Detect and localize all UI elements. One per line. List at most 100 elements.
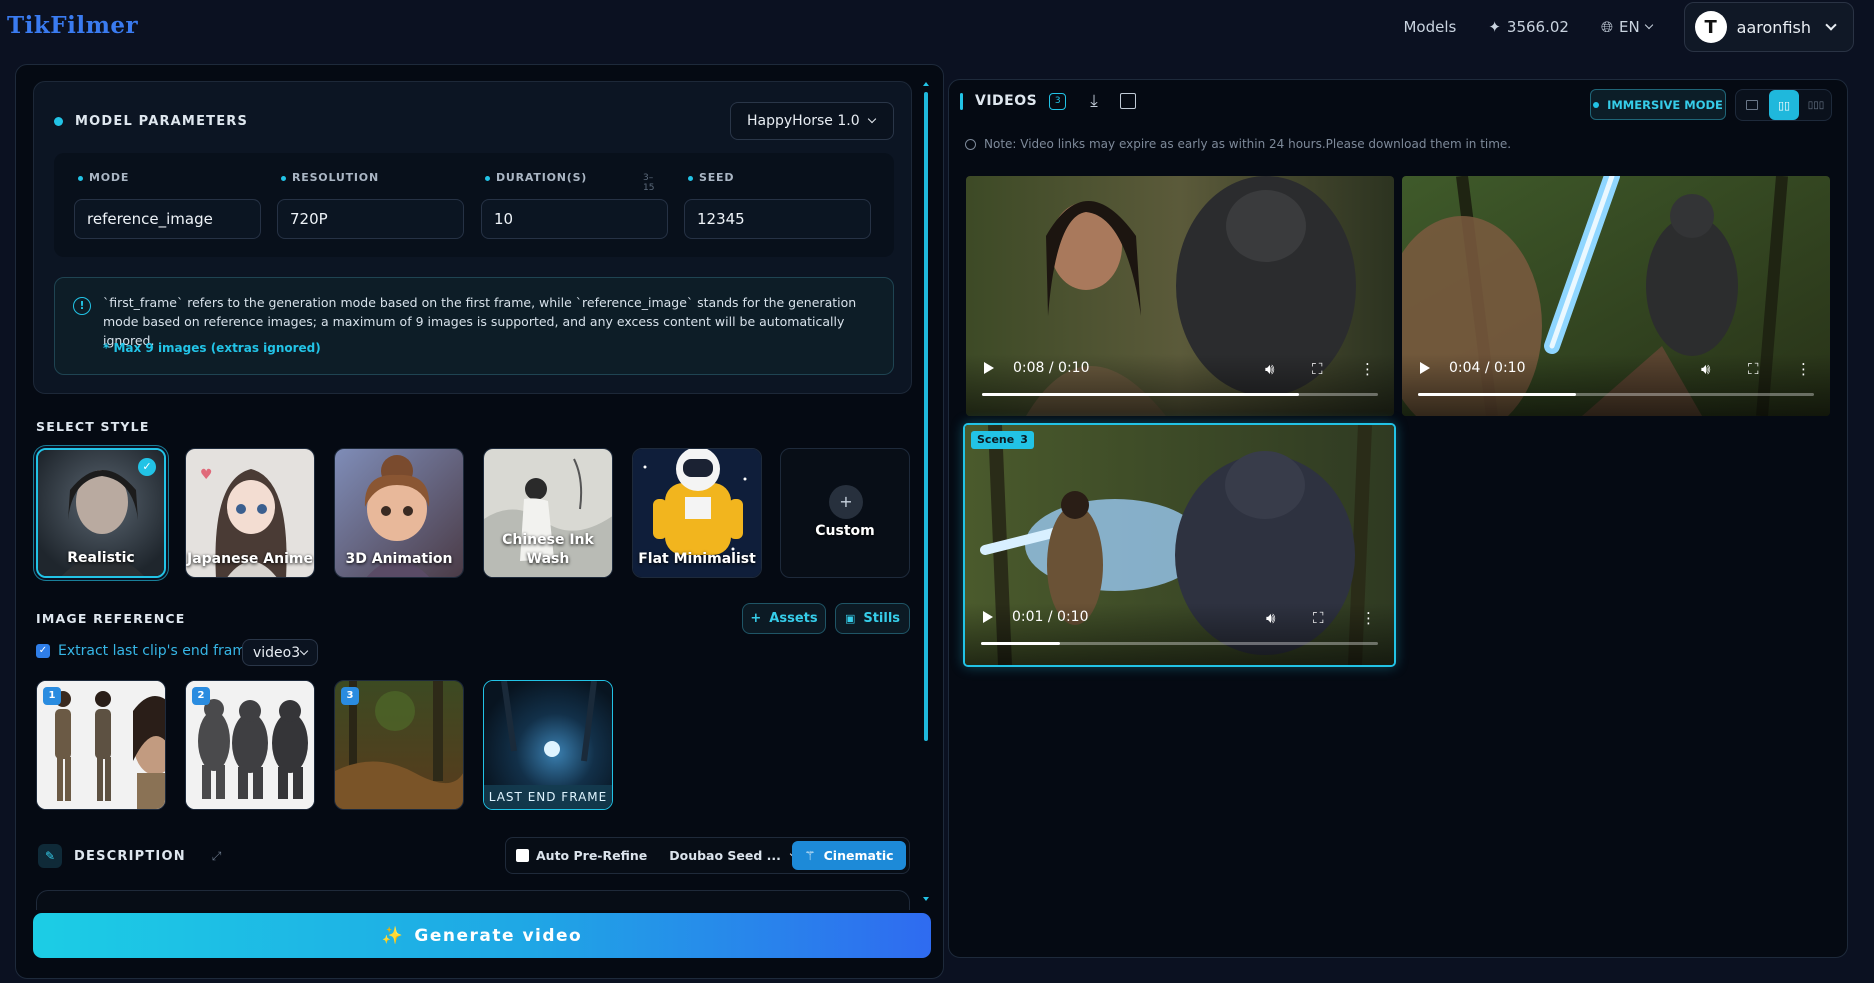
language-switcher[interactable]: 🌐︎ EN	[1600, 18, 1653, 36]
credits-display[interactable]: ✦ 3566.02	[1488, 18, 1569, 36]
three-column-view-button[interactable]: ▯▯▯	[1801, 90, 1831, 120]
description-title: DESCRIPTION	[74, 848, 186, 864]
volume-icon[interactable]: 🔊︎	[1265, 360, 1274, 378]
cinematic-label: Cinematic	[823, 848, 894, 863]
volume-icon[interactable]: 🔊︎	[1701, 360, 1710, 378]
parameter-fields: MODE reference_image RESOLUTION 720P DUR…	[54, 153, 894, 257]
style-card-realistic[interactable]: ✓ Realistic	[36, 448, 166, 578]
stills-label: Stills	[863, 611, 901, 626]
video-time: 0:04 / 0:10	[1449, 360, 1526, 376]
clip-select[interactable]: video3	[242, 639, 318, 666]
nav-models-label: Models	[1403, 18, 1457, 36]
left-scrollbar[interactable]	[924, 92, 928, 741]
reference-badge: 2	[192, 687, 210, 705]
video-expiry-note: Note: Video links may expire as early as…	[965, 137, 1511, 151]
top-nav: Models ✦ 3566.02 🌐︎ EN T aaronfish	[1403, 2, 1854, 52]
duration-input[interactable]: 10	[481, 199, 668, 239]
language-label: EN	[1618, 18, 1640, 36]
max-images-note: * Max 9 images (extras ignored)	[103, 341, 321, 355]
refine-model-select[interactable]: Doubao Seed ...	[669, 848, 799, 863]
model-select-value: HappyHorse 1.0	[747, 113, 860, 129]
scene-label: Scene	[977, 433, 1015, 446]
globe-icon: 🌐︎	[1600, 18, 1613, 36]
extract-checkbox[interactable]: ✓	[36, 644, 50, 658]
reference-image-1[interactable]: 1	[36, 680, 166, 810]
volume-icon[interactable]: 🔊︎	[1266, 609, 1275, 627]
videos-header: VIDEOS 3 ⤓	[960, 91, 1136, 111]
selected-check-icon: ✓	[138, 458, 156, 476]
chevron-down-icon	[1825, 18, 1837, 31]
auto-refine-checkbox[interactable]	[516, 849, 529, 862]
resolution-label: RESOLUTION	[281, 171, 379, 184]
video-progress-fill	[981, 642, 1061, 645]
svg-text:♥: ♥	[200, 467, 213, 483]
model-params-title: MODEL PARAMETERS	[75, 114, 249, 129]
last-end-frame-card[interactable]: LAST END FRAME	[483, 680, 613, 810]
more-options-icon[interactable]: ⋮	[1360, 360, 1375, 378]
generate-video-button[interactable]: ✨ Generate video	[33, 913, 931, 958]
expand-icon[interactable]: ⤢	[212, 849, 222, 864]
scroll-down-arrow[interactable]	[923, 897, 929, 901]
play-icon[interactable]	[983, 611, 993, 623]
resolution-input[interactable]: 720P	[277, 199, 464, 239]
nav-models[interactable]: Models	[1403, 18, 1456, 36]
more-options-icon[interactable]: ⋮	[1796, 360, 1811, 378]
extract-label: Extract last clip's end frame	[58, 643, 255, 659]
section-dot	[54, 117, 63, 126]
fullscreen-icon[interactable]: ⛶	[1748, 360, 1759, 378]
video-controls: 0:04 / 0:10 🔊︎ ⛶ ⋮	[1402, 354, 1830, 416]
video-time: 0:08 / 0:10	[1013, 360, 1090, 376]
extract-end-frame-option[interactable]: ✓ Extract last clip's end frame	[36, 643, 255, 659]
video-player-1[interactable]: 0:08 / 0:10 🔊︎ ⛶ ⋮	[966, 176, 1394, 416]
video-player-3[interactable]: Scene 3 0:01 / 0:10 🔊︎ ⛶ ⋮	[963, 423, 1396, 667]
seed-input[interactable]: 12345	[684, 199, 871, 239]
expiry-note-text: Note: Video links may expire as early as…	[984, 137, 1512, 151]
model-params-header: MODEL PARAMETERS	[54, 114, 248, 129]
immersive-dot-icon	[1593, 101, 1600, 108]
cinematic-button[interactable]: ⚚ Cinematic	[792, 841, 906, 870]
video-progress-bar[interactable]	[981, 642, 1378, 645]
immersive-mode-button[interactable]: IMMERSIVE MODE	[1590, 89, 1726, 120]
model-select[interactable]: HappyHorse 1.0	[730, 102, 894, 140]
model-parameters-panel: MODEL PARAMETERS HappyHorse 1.0 MODE ref…	[33, 81, 912, 394]
chevron-down-icon	[1644, 20, 1653, 30]
fullscreen-icon[interactable]: ⛶	[1312, 360, 1323, 378]
brand-logo[interactable]: TikFilmer	[7, 12, 138, 39]
reference-image-3[interactable]: 3	[334, 680, 464, 810]
fullscreen-icon[interactable]: ⛶	[1313, 609, 1324, 627]
two-column-view-button[interactable]: ▯▯	[1769, 90, 1799, 120]
video-progress-bar[interactable]	[1418, 393, 1814, 396]
style-card-3d-animation[interactable]: 3D Animation	[334, 448, 464, 578]
download-icon[interactable]: ⤓	[1090, 91, 1098, 111]
save-icon[interactable]	[1119, 93, 1136, 109]
three-column-icon: ▯▯▯	[1807, 99, 1825, 111]
user-menu[interactable]: T aaronfish	[1683, 2, 1854, 52]
mode-label: MODE	[78, 171, 129, 184]
style-card-flat-minimalist[interactable]: Flat Minimalist	[632, 448, 762, 578]
single-view-button[interactable]	[1737, 90, 1767, 120]
scroll-up-arrow[interactable]	[923, 82, 929, 86]
video-player-2[interactable]: 0:04 / 0:10 🔊︎ ⛶ ⋮	[1402, 176, 1830, 416]
play-icon[interactable]	[1420, 362, 1430, 374]
clip-select-value: video3	[253, 644, 301, 661]
style-card-chinese-ink-wash[interactable]: Chinese Ink Wash	[483, 448, 613, 578]
style-card-custom[interactable]: + Custom	[780, 448, 910, 578]
top-bar: TikFilmer Models ✦ 3566.02 🌐︎ EN T aaron…	[0, 0, 1874, 56]
description-input[interactable]	[36, 890, 910, 910]
play-icon[interactable]	[984, 362, 994, 374]
mode-input[interactable]: reference_image	[74, 199, 261, 239]
scene-badge: Scene 3	[971, 431, 1034, 449]
style-label: Chinese Ink Wash	[502, 532, 594, 567]
scene-number: 3	[1020, 433, 1028, 446]
assets-button[interactable]: + Assets	[742, 603, 826, 634]
style-card-japanese-anime[interactable]: ♥ Japanese Anime	[185, 448, 315, 578]
more-options-icon[interactable]: ⋮	[1361, 609, 1376, 627]
video-controls: 0:01 / 0:10 🔊︎ ⛶ ⋮	[965, 603, 1394, 665]
accent-bar	[960, 92, 963, 110]
video-progress-bar[interactable]	[982, 393, 1378, 396]
stills-button[interactable]: ▣ Stills	[835, 603, 910, 634]
video-time: 0:01 / 0:10	[1012, 609, 1089, 625]
clock-icon	[965, 138, 976, 150]
reference-image-2[interactable]: 2	[185, 680, 315, 810]
add-icon: +	[829, 485, 863, 519]
